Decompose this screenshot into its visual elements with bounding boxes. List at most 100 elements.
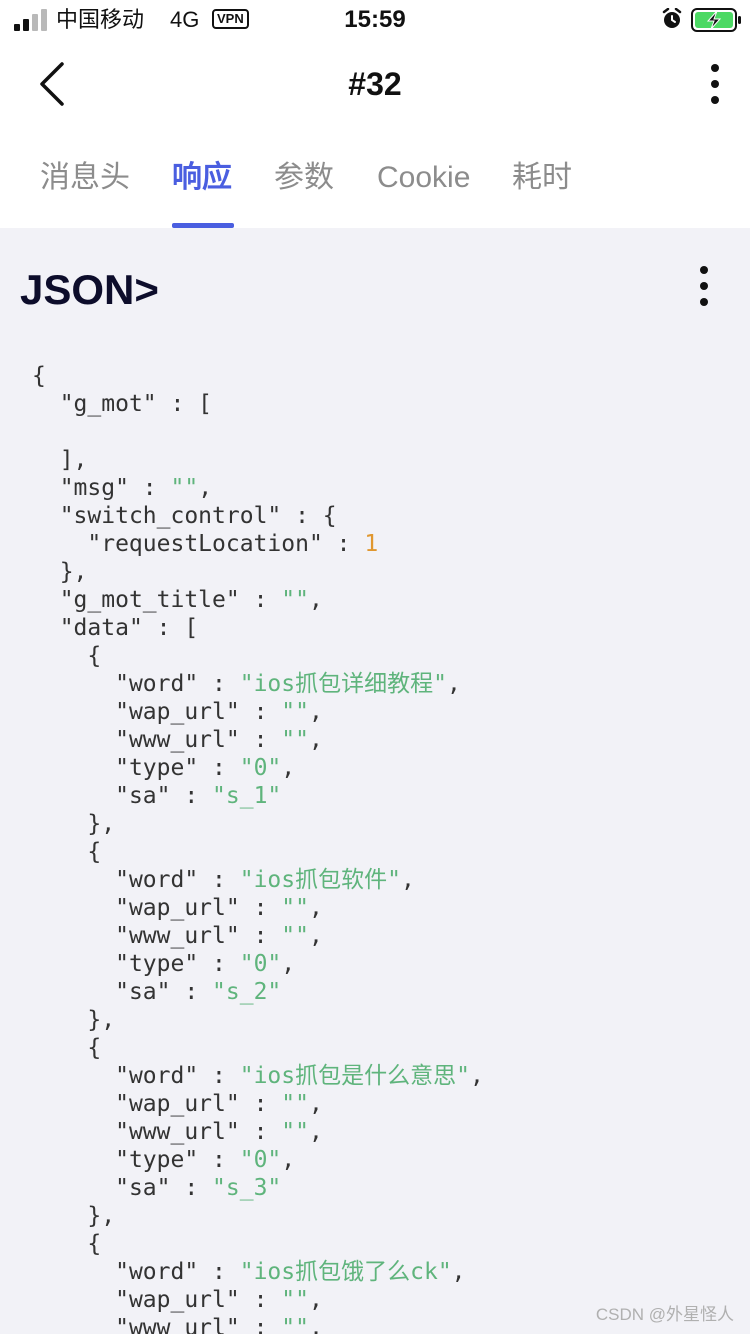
json-string-value: "ios抓包软件" <box>239 867 401 893</box>
json-punctuation: { <box>32 363 46 389</box>
json-key: "word" <box>115 1259 199 1285</box>
json-punctuation: { <box>87 1035 102 1061</box>
json-line: { <box>32 642 742 670</box>
tab-response[interactable]: 响应 <box>172 158 232 198</box>
json-line: }, <box>32 1202 742 1230</box>
json-punctuation: : [ <box>156 391 213 417</box>
json-string-value: "s_1" <box>212 783 282 809</box>
json-line: "wap_url" : "", <box>32 698 742 726</box>
json-punctuation: : <box>170 979 213 1005</box>
json-key: "msg" <box>59 475 129 501</box>
json-line: "word" : "ios抓包详细教程", <box>32 670 742 698</box>
json-punctuation: : <box>198 671 240 697</box>
json-punctuation: : <box>198 1063 240 1089</box>
tab-headers[interactable]: 消息头 <box>40 158 130 198</box>
json-line: "switch_control" : { <box>32 502 742 530</box>
json-punctuation: , <box>446 671 461 697</box>
json-key: "www_url" <box>115 727 240 753</box>
json-string-value: "ios抓包饿了么ck" <box>239 1259 452 1285</box>
json-line: "wap_url" : "", <box>32 1090 742 1118</box>
json-punctuation: : <box>239 1119 282 1145</box>
json-key: "type" <box>115 755 199 781</box>
json-string-value: "" <box>281 1119 309 1145</box>
json-punctuation: : <box>239 1091 282 1117</box>
more-options-icon[interactable] <box>700 62 730 106</box>
json-punctuation: : <box>239 587 282 613</box>
json-line: "g_mot" : [ <box>32 390 742 418</box>
json-key: "sa" <box>115 979 171 1005</box>
json-punctuation: : <box>128 475 171 501</box>
json-line: "requestLocation" : 1 <box>32 530 742 558</box>
json-key: "sa" <box>115 1175 171 1201</box>
json-code-view[interactable]: { "g_mot" : [ ], "msg" : "", "switch_con… <box>32 362 742 1334</box>
battery-charging-icon <box>691 8 741 32</box>
tab-timing[interactable]: 耗时 <box>512 158 572 198</box>
json-key: "requestLocation" <box>87 531 323 557</box>
json-line: "word" : "ios抓包饿了么ck", <box>32 1258 742 1286</box>
json-line: "sa" : "s_1" <box>32 782 742 810</box>
json-format-heading[interactable]: JSON> <box>20 265 159 315</box>
json-punctuation: : <box>198 1259 240 1285</box>
json-key: "wap_url" <box>115 699 240 725</box>
json-punctuation: { <box>87 839 102 865</box>
json-punctuation: : <box>198 1147 240 1173</box>
json-punctuation: , <box>308 1315 323 1334</box>
json-punctuation: : <box>239 699 282 725</box>
json-line: { <box>32 362 742 390</box>
json-punctuation: : <box>322 531 365 557</box>
json-line: "msg" : "", <box>32 474 742 502</box>
json-string-value: "0" <box>239 755 282 781</box>
json-line: { <box>32 1034 742 1062</box>
json-line: "data" : [ <box>32 614 742 642</box>
json-key: "word" <box>115 671 199 697</box>
json-line: }, <box>32 1006 742 1034</box>
json-punctuation: : <box>170 783 213 809</box>
json-punctuation: , <box>400 867 415 893</box>
json-line: "wap_url" : "", <box>32 894 742 922</box>
json-line: "word" : "ios抓包是什么意思", <box>32 1062 742 1090</box>
json-punctuation: , <box>308 923 323 949</box>
tab-cookie[interactable]: Cookie <box>377 158 470 198</box>
json-line: "type" : "0", <box>32 754 742 782</box>
json-line: "type" : "0", <box>32 950 742 978</box>
json-key: "type" <box>115 1147 199 1173</box>
json-string-value: "s_2" <box>212 979 282 1005</box>
json-string-value: "0" <box>239 1147 282 1173</box>
back-chevron-icon[interactable] <box>30 60 74 108</box>
json-string-value: "s_3" <box>212 1175 282 1201</box>
watermark: CSDN @外星怪人 <box>595 1305 734 1324</box>
json-more-options-icon[interactable] <box>690 264 718 308</box>
json-line: "sa" : "s_3" <box>32 1174 742 1202</box>
json-key: "switch_control" <box>59 503 282 529</box>
json-key: "word" <box>115 867 199 893</box>
json-punctuation: , <box>198 475 213 501</box>
json-punctuation: : <box>198 951 240 977</box>
json-punctuation: : <box>198 867 240 893</box>
tab-params[interactable]: 参数 <box>274 158 334 198</box>
json-punctuation: , <box>308 1091 323 1117</box>
json-key: "g_mot_title" <box>59 587 240 613</box>
json-key: "word" <box>115 1063 199 1089</box>
status-time: 15:59 <box>344 6 406 33</box>
json-string-value: "" <box>281 699 309 725</box>
json-punctuation: , <box>308 895 323 921</box>
